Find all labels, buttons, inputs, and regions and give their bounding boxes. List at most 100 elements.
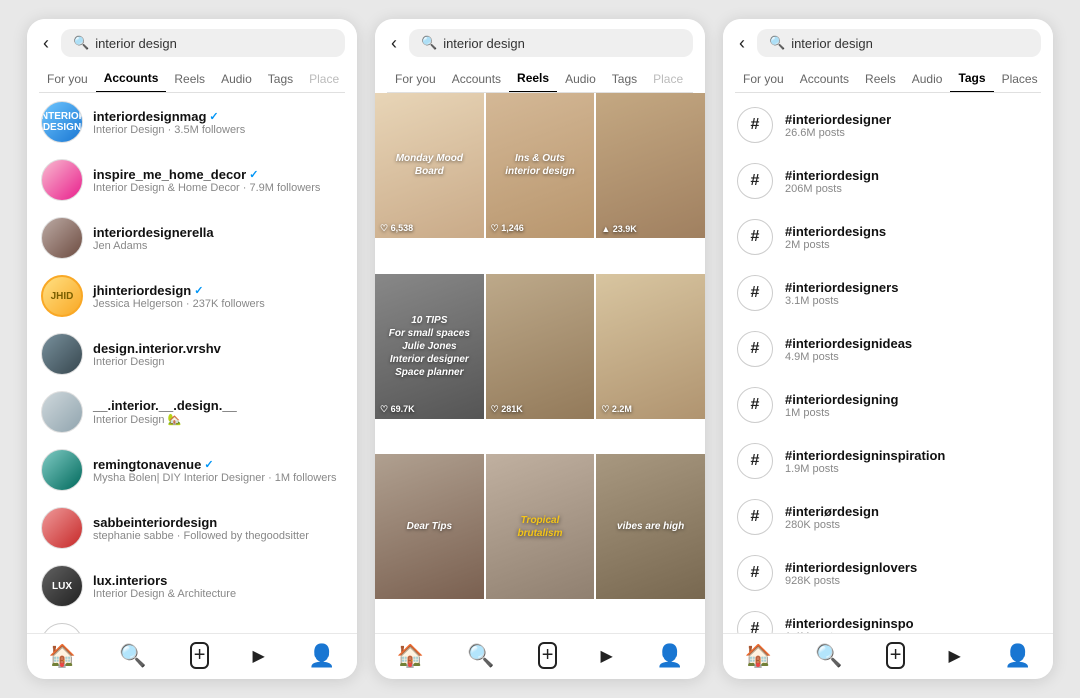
account-item[interactable]: interiordesignerella Jen Adams [27,209,357,267]
avatar-text: LUX [52,581,72,592]
reel-label: ♡ 69.7K [380,404,415,415]
tabs-row-3: For you Accounts Reels Audio Tags Places [735,65,1041,93]
back-button-2[interactable]: ‹ [387,31,401,56]
nav-plus-3[interactable]: + [886,642,906,669]
reel-cell[interactable]: vibes are high [596,454,705,599]
verified-icon: ✓ [204,458,213,471]
reel-cell[interactable]: Dear Tips [375,454,484,599]
reel-bg [596,274,705,419]
tab-reels-3[interactable]: Reels [857,66,904,92]
tag-item[interactable]: # #interiordesignlovers 928K posts [723,545,1053,601]
tab-accounts-1[interactable]: Accounts [96,65,167,93]
nav-search-1[interactable]: 🔍 [119,643,146,669]
hash-icon: # [737,611,773,633]
tag-name: #interiordesignlovers [785,560,1039,575]
tab-places-3[interactable]: Places [994,66,1041,92]
back-button-3[interactable]: ‹ [735,31,749,56]
reel-overlay: Tropicalbrutalism [486,454,595,599]
tag-name: #interiordesigninspiration [785,448,1039,463]
nav-home-2[interactable]: 🏠 [397,643,424,669]
search-bar-row-2: ‹ 🔍 interior design [387,29,693,57]
account-item[interactable]: __.interior.__.design.__ Interior Design… [27,383,357,441]
search-query-1: interior design [95,36,177,51]
account-item[interactable]: INTERIOR DESIGN interiordesignmag ✓ Inte… [27,93,357,151]
nav-plus-1[interactable]: + [190,642,210,669]
tab-foryou-2[interactable]: For you [387,66,444,92]
tab-reels-2[interactable]: Reels [509,65,557,93]
tab-foryou-3[interactable]: For you [735,66,792,92]
phone-reels: ‹ 🔍 interior design For you Accounts Ree… [375,19,705,679]
search-bar-3[interactable]: 🔍 interior design [757,29,1041,57]
hash-icon: # [737,387,773,423]
search-bar-2[interactable]: 🔍 interior design [409,29,693,57]
tab-audio-1[interactable]: Audio [213,66,260,92]
avatar [41,449,83,491]
tab-audio-2[interactable]: Audio [557,66,604,92]
verified-icon: ✓ [249,168,258,181]
account-sub: Mysha Bolen| DIY Interior Designer · 1M … [93,472,343,484]
bottom-nav-3: 🏠 🔍 + ▶ 👤 [723,633,1053,679]
nav-profile-3[interactable]: 👤 [1004,643,1031,669]
tab-tags-3[interactable]: Tags [950,65,993,93]
account-item[interactable]: remingtonavenue ✓ Mysha Bolen| DIY Inter… [27,441,357,499]
tag-info: #interiordesign 206M posts [785,168,1039,195]
nav-reels-2[interactable]: ▶ [601,646,613,666]
tag-name: #interiordesigns [785,224,1039,239]
tab-reels-1[interactable]: Reels [166,66,213,92]
account-item[interactable]: LUX lux.interiors Interior Design & Arch… [27,557,357,615]
avatar-text: JHID [51,291,74,302]
reel-cell[interactable]: Ins & Outsinterior design ♡ 1,246 [486,93,595,238]
account-sub: Interior Design [93,356,343,368]
account-item[interactable]: JHID jhinteriordesign ✓ Jessica Helgerso… [27,267,357,325]
tab-accounts-3[interactable]: Accounts [792,66,857,92]
account-sub: Interior Design & Architecture [93,588,343,600]
tag-posts: 1M posts [785,407,1039,419]
reel-cell[interactable]: 10 TIPSFor small spacesJulie JonesInteri… [375,274,484,419]
account-item[interactable]: inspire_me_home_decor ✓ Interior Design … [27,151,357,209]
search-bar-1[interactable]: 🔍 interior design [61,29,345,57]
tab-tags-2[interactable]: Tags [604,66,645,92]
tab-accounts-2[interactable]: Accounts [444,66,509,92]
reel-cell[interactable]: ▲ 23.9K [596,93,705,238]
account-name: lux.interiors [93,573,343,588]
nav-search-2[interactable]: 🔍 [467,643,494,669]
nav-home-1[interactable]: 🏠 [49,643,76,669]
tag-item[interactable]: # #interiordesigninspo 1.4M posts [723,601,1053,633]
tag-item[interactable]: # #interiordesigns 2M posts [723,209,1053,265]
hash-icon: # [737,555,773,591]
tag-item[interactable]: # #interiordesigner 26.6M posts [723,97,1053,153]
account-name: design.interior.vrshv [93,341,343,356]
verified-icon: ✓ [194,284,203,297]
nav-search-3[interactable]: 🔍 [815,643,842,669]
account-item[interactable]: DS d.signers ✓ Interior Design & Archite… [27,615,357,633]
tab-places-2[interactable]: Place [645,66,691,92]
tag-item[interactable]: # #interiordesigninspiration 1.9M posts [723,433,1053,489]
nav-reels-1[interactable]: ▶ [253,646,265,666]
tab-audio-3[interactable]: Audio [904,66,951,92]
reel-label: ♡ 281K [491,404,523,415]
nav-plus-2[interactable]: + [538,642,558,669]
tag-item[interactable]: # #interiordesigners 3.1M posts [723,265,1053,321]
nav-reels-3[interactable]: ▶ [949,646,961,666]
reel-label: ♡ 1,246 [491,223,524,234]
nav-profile-2[interactable]: 👤 [656,643,683,669]
reel-label: ♡ 6,538 [380,223,413,234]
reel-cell[interactable]: Monday Mood Board ♡ 6,538 [375,93,484,238]
tag-info: #interiordesigninspiration 1.9M posts [785,448,1039,475]
account-item[interactable]: design.interior.vrshv Interior Design [27,325,357,383]
tab-foryou-1[interactable]: For you [39,66,96,92]
tag-item[interactable]: # #interiordesign 206M posts [723,153,1053,209]
tag-item[interactable]: # #interiordesignideas 4.9M posts [723,321,1053,377]
reel-cell[interactable]: Tropicalbrutalism [486,454,595,599]
nav-profile-1[interactable]: 👤 [308,643,335,669]
tag-item[interactable]: # #interiordesigning 1M posts [723,377,1053,433]
reel-cell[interactable]: ♡ 281K [486,274,595,419]
account-item[interactable]: sabbeinteriordesign stephanie sabbe · Fo… [27,499,357,557]
tab-tags-1[interactable]: Tags [260,66,301,92]
nav-home-3[interactable]: 🏠 [745,643,772,669]
tag-item[interactable]: # #interiørdesign 280K posts [723,489,1053,545]
tag-posts: 3.1M posts [785,295,1039,307]
back-button-1[interactable]: ‹ [39,31,53,56]
tab-places-1[interactable]: Place [301,66,345,92]
reel-cell[interactable]: ♡ 2.2M [596,274,705,419]
